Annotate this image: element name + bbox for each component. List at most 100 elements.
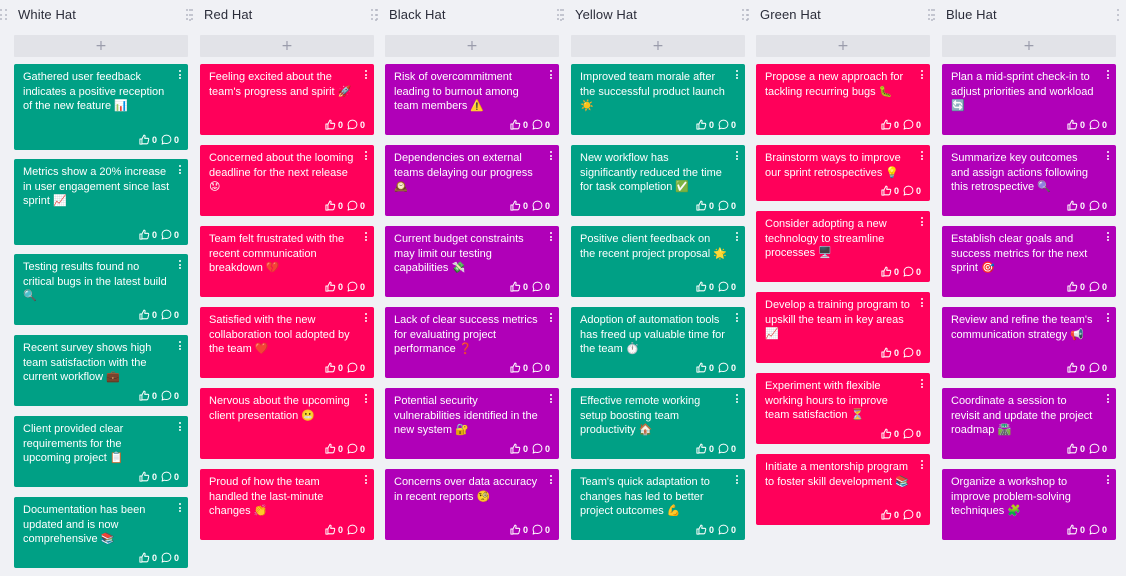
card[interactable]: Brainstorm ways to improve our sprint re…	[756, 145, 930, 201]
card[interactable]: Client provided clear requirements for t…	[14, 416, 188, 487]
card[interactable]: Concerned about the looming deadline for…	[200, 145, 374, 216]
card-menu-icon[interactable]	[920, 70, 924, 79]
comment-icon[interactable]	[161, 390, 172, 401]
comment-icon[interactable]	[1089, 362, 1100, 373]
card[interactable]: Develop a training program to upskill th…	[756, 292, 930, 363]
card[interactable]: Proud of how the team handled the last-m…	[200, 469, 374, 540]
card[interactable]: Potential security vulnerabilities ident…	[385, 388, 559, 459]
comment-icon[interactable]	[347, 443, 358, 454]
card-menu-icon[interactable]	[364, 394, 368, 403]
comment-icon[interactable]	[718, 524, 729, 535]
card[interactable]: Documentation has been updated and is no…	[14, 497, 188, 568]
comment-icon[interactable]	[347, 281, 358, 292]
comment-icon[interactable]	[347, 119, 358, 130]
card[interactable]: Gathered user feedback indicates a posit…	[14, 64, 188, 150]
drag-handle-icon[interactable]	[186, 9, 194, 21]
card-menu-icon[interactable]	[178, 260, 182, 269]
comment-icon[interactable]	[161, 552, 172, 563]
thumbs-up-icon[interactable]	[139, 134, 150, 145]
thumbs-up-icon[interactable]	[1067, 281, 1078, 292]
add-card-button[interactable]: +	[14, 35, 188, 57]
card[interactable]: Risk of overcommitment leading to burnou…	[385, 64, 559, 135]
thumbs-up-icon[interactable]	[139, 471, 150, 482]
card-menu-icon[interactable]	[1106, 313, 1110, 322]
card[interactable]: Satisfied with the new collaboration too…	[200, 307, 374, 378]
add-card-button[interactable]: +	[942, 35, 1116, 57]
card[interactable]: Feeling excited about the team's progres…	[200, 64, 374, 135]
thumbs-up-icon[interactable]	[510, 200, 521, 211]
thumbs-up-icon[interactable]	[510, 281, 521, 292]
card-menu-icon[interactable]	[1106, 475, 1110, 484]
thumbs-up-icon[interactable]	[325, 524, 336, 535]
card-menu-icon[interactable]	[178, 165, 182, 174]
thumbs-up-icon[interactable]	[1067, 443, 1078, 454]
card-menu-icon[interactable]	[920, 151, 924, 160]
comment-icon[interactable]	[718, 119, 729, 130]
comment-icon[interactable]	[903, 266, 914, 277]
card[interactable]: Summarize key outcomes and assign action…	[942, 145, 1116, 216]
card-menu-icon[interactable]	[549, 475, 553, 484]
comment-icon[interactable]	[903, 119, 914, 130]
card-menu-icon[interactable]	[1106, 151, 1110, 160]
card[interactable]: Team felt frustrated with the recent com…	[200, 226, 374, 297]
comment-icon[interactable]	[532, 281, 543, 292]
card[interactable]: Positive client feedback on the recent p…	[571, 226, 745, 297]
comment-icon[interactable]	[1089, 281, 1100, 292]
thumbs-up-icon[interactable]	[881, 185, 892, 196]
card[interactable]: Effective remote working setup boosting …	[571, 388, 745, 459]
thumbs-up-icon[interactable]	[696, 200, 707, 211]
thumbs-up-icon[interactable]	[696, 362, 707, 373]
card[interactable]: Initiate a mentorship program to foster …	[756, 454, 930, 525]
card-menu-icon[interactable]	[549, 394, 553, 403]
add-card-button[interactable]: +	[200, 35, 374, 57]
comment-icon[interactable]	[532, 362, 543, 373]
drag-handle-icon[interactable]	[0, 9, 8, 21]
card[interactable]: Dependencies on external teams delaying …	[385, 145, 559, 216]
card-menu-icon[interactable]	[364, 313, 368, 322]
thumbs-up-icon[interactable]	[325, 119, 336, 130]
thumbs-up-icon[interactable]	[325, 281, 336, 292]
comment-icon[interactable]	[161, 471, 172, 482]
thumbs-up-icon[interactable]	[881, 266, 892, 277]
comment-icon[interactable]	[532, 524, 543, 535]
card-menu-icon[interactable]	[920, 460, 924, 469]
card[interactable]: Review and refine the team's communicati…	[942, 307, 1116, 378]
card[interactable]: Team's quick adaptation to changes has l…	[571, 469, 745, 540]
column-menu-icon[interactable]	[1116, 9, 1120, 21]
card-menu-icon[interactable]	[364, 475, 368, 484]
card-menu-icon[interactable]	[920, 379, 924, 388]
comment-icon[interactable]	[161, 229, 172, 240]
card-menu-icon[interactable]	[735, 151, 739, 160]
card[interactable]: Consider adopting a new technology to st…	[756, 211, 930, 282]
card-menu-icon[interactable]	[735, 232, 739, 241]
card[interactable]: Plan a mid-sprint check-in to adjust pri…	[942, 64, 1116, 135]
comment-icon[interactable]	[1089, 200, 1100, 211]
thumbs-up-icon[interactable]	[881, 119, 892, 130]
thumbs-up-icon[interactable]	[139, 390, 150, 401]
add-card-button[interactable]: +	[756, 35, 930, 57]
thumbs-up-icon[interactable]	[881, 509, 892, 520]
thumbs-up-icon[interactable]	[139, 229, 150, 240]
thumbs-up-icon[interactable]	[510, 524, 521, 535]
thumbs-up-icon[interactable]	[325, 200, 336, 211]
card-menu-icon[interactable]	[364, 70, 368, 79]
comment-icon[interactable]	[718, 200, 729, 211]
comment-icon[interactable]	[718, 443, 729, 454]
card-menu-icon[interactable]	[178, 422, 182, 431]
thumbs-up-icon[interactable]	[881, 428, 892, 439]
thumbs-up-icon[interactable]	[696, 443, 707, 454]
thumbs-up-icon[interactable]	[510, 362, 521, 373]
card[interactable]: Nervous about the upcoming client presen…	[200, 388, 374, 459]
comment-icon[interactable]	[903, 428, 914, 439]
comment-icon[interactable]	[718, 362, 729, 373]
card-menu-icon[interactable]	[549, 232, 553, 241]
card[interactable]: Metrics show a 20% increase in user enga…	[14, 159, 188, 245]
drag-handle-icon[interactable]	[928, 9, 936, 21]
comment-icon[interactable]	[1089, 443, 1100, 454]
card-menu-icon[interactable]	[1106, 232, 1110, 241]
card-menu-icon[interactable]	[1106, 70, 1110, 79]
card-menu-icon[interactable]	[735, 394, 739, 403]
thumbs-up-icon[interactable]	[139, 309, 150, 320]
thumbs-up-icon[interactable]	[325, 362, 336, 373]
card[interactable]: Current budget constraints may limit our…	[385, 226, 559, 297]
